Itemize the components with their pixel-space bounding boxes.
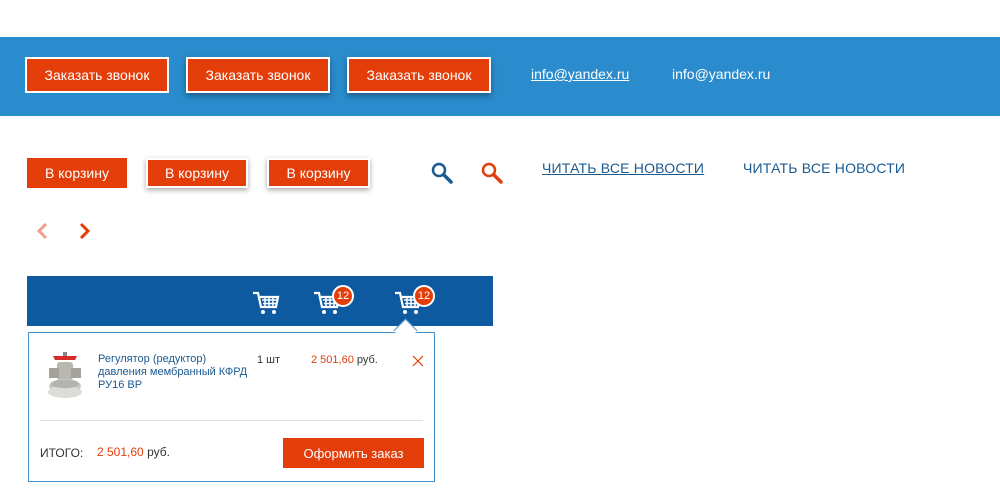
all-news-link-underlined[interactable]: ЧИТАТЬ ВСЕ НОВОСТИ	[542, 160, 704, 176]
remove-item-icon[interactable]	[412, 355, 424, 367]
checkout-button[interactable]: Оформить заказ	[283, 438, 424, 468]
add-to-cart-button-active[interactable]: В корзину	[267, 158, 370, 188]
search-icon-hover[interactable]	[480, 161, 504, 185]
cart-item-price-currency: руб.	[356, 354, 378, 366]
email-link[interactable]: info@yandex.ru	[672, 66, 770, 82]
cart-item-price: 2 501,60 руб.	[311, 354, 378, 366]
chevron-left-icon[interactable]	[35, 222, 49, 240]
cart-count-badge: 12	[332, 285, 354, 307]
add-to-cart-button[interactable]: В корзину	[27, 158, 127, 188]
total-label: ИТОГО:	[40, 446, 84, 460]
total-amount-currency: руб.	[147, 445, 170, 459]
total-amount-value: 2 501,60	[97, 445, 144, 459]
order-call-button-hover[interactable]: Заказать звонок	[186, 57, 330, 93]
email-link-underlined[interactable]: info@yandex.ru	[531, 66, 629, 82]
divider	[40, 420, 423, 421]
chevron-right-icon[interactable]	[78, 222, 92, 240]
cart-item-quantity: 1 шт	[257, 354, 281, 366]
cart-icon[interactable]	[252, 290, 280, 316]
search-icon[interactable]	[430, 161, 454, 185]
order-call-button-active[interactable]: Заказать звонок	[347, 57, 491, 93]
order-call-button[interactable]: Заказать звонок	[25, 57, 169, 93]
cart-count-badge: 12	[413, 285, 435, 307]
all-news-link[interactable]: ЧИТАТЬ ВСЕ НОВОСТИ	[743, 160, 905, 176]
total-amount: 2 501,60 руб.	[97, 445, 170, 459]
product-image	[48, 352, 82, 398]
add-to-cart-button-hover[interactable]: В корзину	[146, 158, 248, 188]
cart-item-name[interactable]: Регулятор (редуктор) давления мембранный…	[98, 353, 248, 392]
cart-item-price-value: 2 501,60	[311, 354, 354, 366]
